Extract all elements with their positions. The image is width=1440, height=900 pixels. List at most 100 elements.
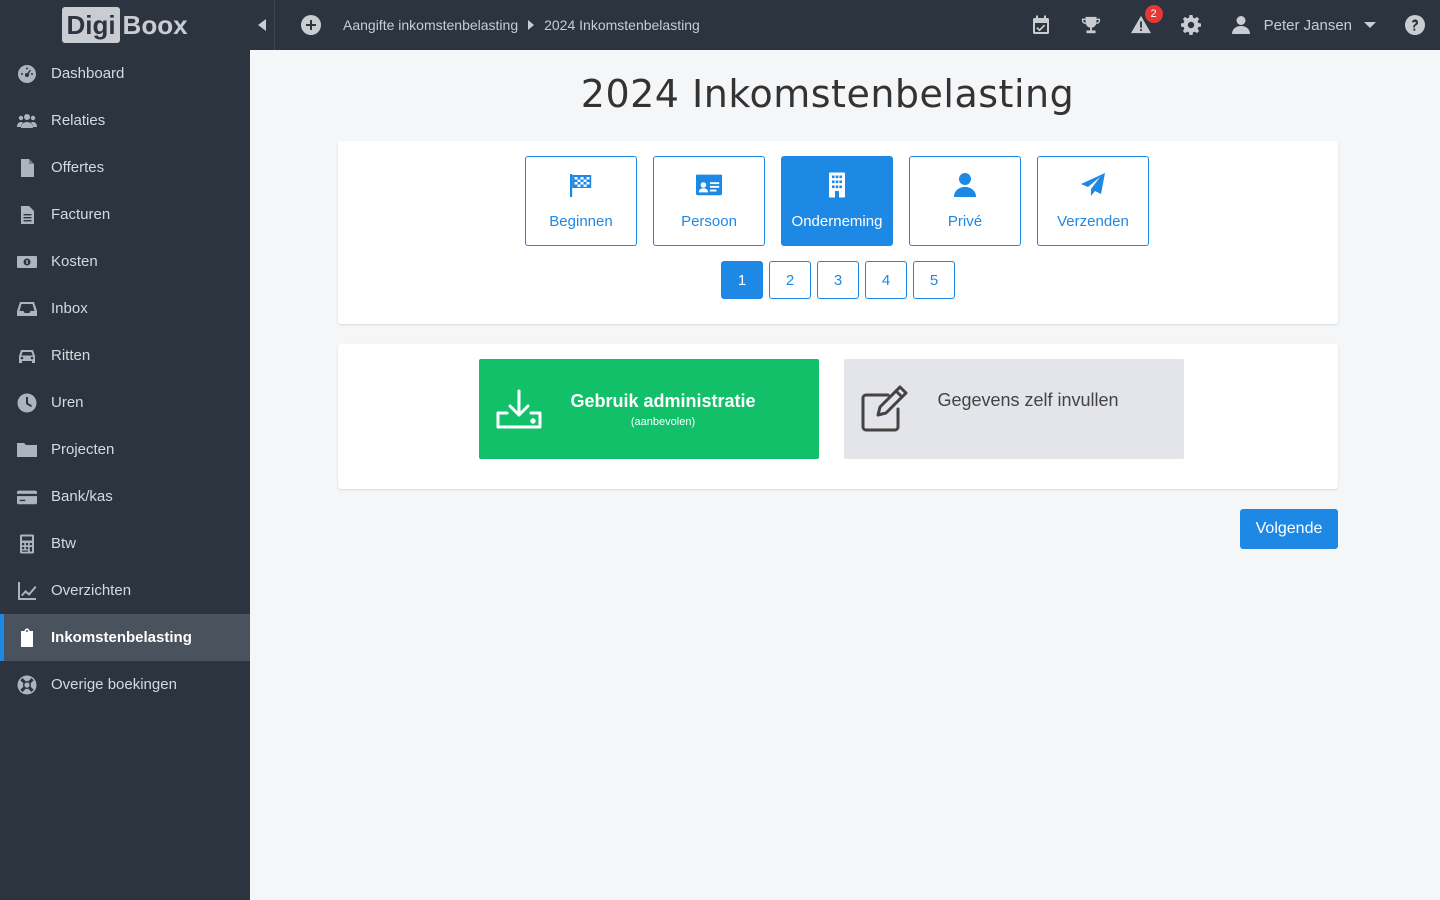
steps-card: Beginnen Persoon Onderneming Privé Verze… [338,141,1338,324]
sidebar-item-label: Offertes [51,159,105,176]
topbar: Aangifte inkomstenbelasting 2024 Inkomst… [250,0,1440,50]
step-verzenden[interactable]: Verzenden [1037,156,1149,246]
wizard-steps: Beginnen Persoon Onderneming Privé Verze… [525,156,1165,246]
sidebar-item-overzichten[interactable]: Overzichten [0,567,250,614]
add-button[interactable] [301,15,321,35]
logo-boox: Boox [122,9,188,40]
plus-circle-icon [301,15,321,35]
calendar-icon[interactable] [1030,14,1052,36]
sidebar-item-offertes[interactable]: Offertes [0,144,250,191]
building-icon [824,171,850,199]
edit-icon [856,381,912,437]
sidebar-item-label: Kosten [51,253,98,270]
sidebar-item-kosten[interactable]: Kosten [0,238,250,285]
sidebar-item-overige-boekingen[interactable]: Overige boekingen [0,661,250,708]
alert-icon[interactable]: 2 [1130,5,1163,36]
sidebar: Digi Boox Dashboard Relaties Offertes Fa… [0,0,250,900]
calculator-icon [16,533,38,555]
sidebar-item-label: Inkomstenbelasting [51,629,192,646]
file-text-icon [16,204,38,226]
folder-icon [16,439,38,461]
page-button-5[interactable]: 5 [913,261,955,299]
flag-checkered-icon [568,171,594,199]
user-menu[interactable]: Peter Jansen [1230,14,1376,36]
step-label: Privé [947,213,983,230]
topbar-actions: 2 Peter Jansen [1030,0,1440,50]
page-button-1[interactable]: 1 [721,261,763,299]
step-beginnen[interactable]: Beginnen [525,156,637,246]
page-button-4[interactable]: 4 [865,261,907,299]
option-admin-subtitle: (aanbevolen) [630,415,696,428]
logo-digi: Digi [62,7,120,43]
step-persoon[interactable]: Persoon [653,156,765,246]
paper-plane-icon [1080,171,1106,199]
step-prive[interactable]: Privé [909,156,1021,246]
id-card-icon [696,171,722,199]
sidebar-item-uren[interactable]: Uren [0,379,250,426]
life-ring-icon [16,674,38,696]
sidebar-item-label: Dashboard [51,65,125,82]
step-label: Beginnen [549,213,613,230]
credit-card-icon [16,486,38,508]
step-label: Verzenden [1057,213,1129,230]
step-label: Onderneming [791,213,883,230]
user-name: Peter Jansen [1263,16,1352,34]
breadcrumb-item-current: 2024 Inkomstenbelasting [544,17,700,33]
sidebar-item-ritten[interactable]: Ritten [0,332,250,379]
sidebar-nav: Dashboard Relaties Offertes Facturen Kos… [0,50,250,708]
sidebar-item-label: Overige boekingen [51,676,177,693]
money-icon [16,251,38,273]
sidebar-item-projecten[interactable]: Projecten [0,426,250,473]
main-content: 2024 Inkomstenbelasting Beginnen Persoon… [250,50,1440,900]
option-admin-title: Gebruik administratie [570,390,756,411]
logo[interactable]: Digi Boox [62,7,188,43]
chart-line-icon [16,580,38,602]
breadcrumb-item-aangifte[interactable]: Aangifte inkomstenbelasting [343,17,518,33]
sidebar-item-label: Projecten [51,441,115,458]
users-icon [16,110,38,132]
sidebar-item-label: Overzichten [51,582,132,599]
caret-left-icon [258,19,266,31]
sidebar-item-inkomstenbelasting[interactable]: Inkomstenbelasting [0,614,250,661]
caret-right-icon [528,20,535,30]
gear-icon[interactable] [1180,14,1202,36]
trophy-icon[interactable] [1080,14,1102,36]
sidebar-item-relaties[interactable]: Relaties [0,97,250,144]
help-icon[interactable] [1404,14,1426,36]
user-avatar-icon [1230,14,1252,36]
sidebar-item-label: Ritten [51,347,91,364]
use-administration-option[interactable]: Gebruik administratie (aanbevolen) [479,359,819,459]
step-label: Persoon [681,213,737,230]
chevron-down-icon [1364,21,1376,29]
sidebar-item-label: Inbox [51,300,88,317]
sidebar-item-dashboard[interactable]: Dashboard [0,50,250,97]
clock-icon [16,392,38,414]
clipboard-icon [16,627,38,649]
alert-count-badge: 2 [1144,5,1163,23]
page-button-3[interactable]: 3 [817,261,859,299]
car-icon [16,345,38,367]
logo-area[interactable]: Digi Boox [0,0,250,50]
download-tray-icon [491,381,547,437]
sidebar-item-label: Facturen [51,206,111,223]
page-button-2[interactable]: 2 [769,261,811,299]
sidebar-item-btw[interactable]: Btw [0,520,250,567]
breadcrumb: Aangifte inkomstenbelasting 2024 Inkomst… [343,17,700,33]
next-button[interactable]: Volgende [1240,509,1338,549]
sidebar-item-label: Relaties [51,112,106,129]
inbox-icon [16,298,38,320]
sidebar-item-facturen[interactable]: Facturen [0,191,250,238]
choice-card: Gebruik administratie (aanbevolen) Gegev… [338,344,1338,489]
sidebar-item-inbox[interactable]: Inbox [0,285,250,332]
dashboard-icon [16,63,38,85]
sidebar-item-bank[interactable]: Bank/kas [0,473,250,520]
sidebar-collapse-button[interactable] [250,0,275,50]
page-title: 2024 Inkomstenbelasting [580,72,1075,116]
step-onderneming[interactable]: Onderneming [781,156,893,246]
manual-entry-option[interactable]: Gegevens zelf invullen [844,359,1184,459]
page-pagination: 1 2 3 4 5 [721,261,961,299]
file-icon [16,157,38,179]
user-icon [952,171,978,199]
sidebar-item-label: Btw [51,535,77,552]
sidebar-item-label: Bank/kas [51,488,113,505]
